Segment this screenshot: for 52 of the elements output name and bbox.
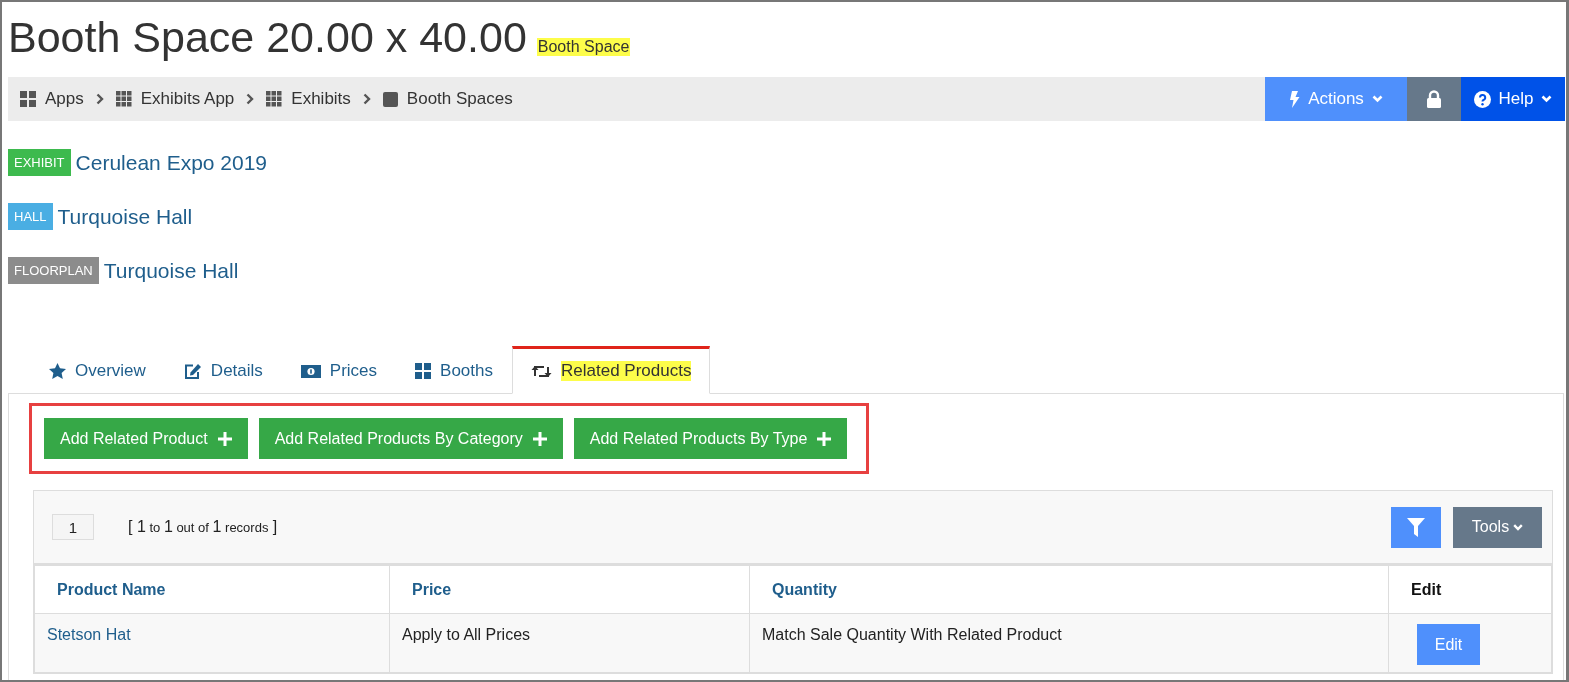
related-record-link[interactable]: Turquoise Hall	[57, 204, 193, 229]
lock-icon	[1426, 90, 1442, 108]
filter-button[interactable]	[1391, 506, 1441, 548]
category-tag: FLOORPLAN	[8, 257, 99, 284]
breadcrumb-link[interactable]: Booth Spaces	[382, 89, 513, 109]
category-tag: HALL	[8, 203, 53, 230]
banknote-icon	[300, 364, 321, 378]
tab[interactable]: Related Products	[512, 346, 711, 394]
chevron-right-icon	[95, 93, 104, 105]
tools-button[interactable]: Tools	[1453, 506, 1542, 548]
product-link[interactable]: Stetson Hat	[47, 626, 131, 643]
column-header: Quantity	[749, 565, 1389, 614]
table-cell: Apply to All Prices	[389, 613, 750, 673]
page-title: Booth Space 20.00 x 40.00	[8, 12, 527, 63]
column-header: Edit	[1388, 565, 1552, 614]
related-record-link[interactable]: Cerulean Expo 2019	[75, 150, 268, 175]
grid-icon	[266, 91, 283, 107]
records-count: [ 1 to 1 out of 1 records ]	[128, 518, 278, 536]
breadcrumb-link[interactable]: Exhibits App	[115, 89, 235, 109]
tab[interactable]: Prices	[281, 346, 397, 394]
tab[interactable]: Details	[164, 346, 282, 394]
related-record-link[interactable]: Turquoise Hall	[103, 258, 239, 283]
retweet-icon	[531, 364, 552, 378]
filter-icon	[1407, 517, 1425, 537]
breadcrumb-link[interactable]: Exhibits	[266, 89, 351, 109]
plus-icon	[817, 431, 832, 446]
column-header: Product Name	[34, 565, 390, 614]
chevron-down-icon	[1371, 95, 1383, 103]
category-tag: EXHIBIT	[8, 149, 71, 176]
edit-icon	[183, 362, 202, 380]
lock-button[interactable]	[1407, 77, 1461, 121]
plus-icon	[217, 431, 232, 446]
tab[interactable]: Booths	[396, 346, 512, 394]
help-icon	[1473, 90, 1491, 108]
star-icon	[49, 363, 66, 379]
tab[interactable]: Overview	[30, 346, 165, 394]
chevron-down-icon	[1513, 523, 1524, 531]
plus-icon	[532, 431, 547, 446]
chevron-right-icon	[362, 93, 371, 105]
help-button[interactable]: Help	[1461, 77, 1565, 121]
breadcrumb-link[interactable]: Apps	[20, 89, 84, 109]
square-icon	[382, 91, 398, 107]
table-cell: Match Sale Quantity With Related Product	[749, 613, 1389, 673]
grid-icon	[415, 363, 432, 379]
grid-icon	[20, 91, 36, 107]
record-type-label: Booth Space	[536, 38, 631, 56]
chevron-right-icon	[246, 93, 255, 105]
chevron-down-icon	[1541, 95, 1553, 103]
page-number-field[interactable]: 1	[52, 514, 94, 540]
grid-icon	[115, 91, 132, 107]
column-header: Price	[389, 565, 750, 614]
lightning-icon	[1289, 90, 1301, 108]
